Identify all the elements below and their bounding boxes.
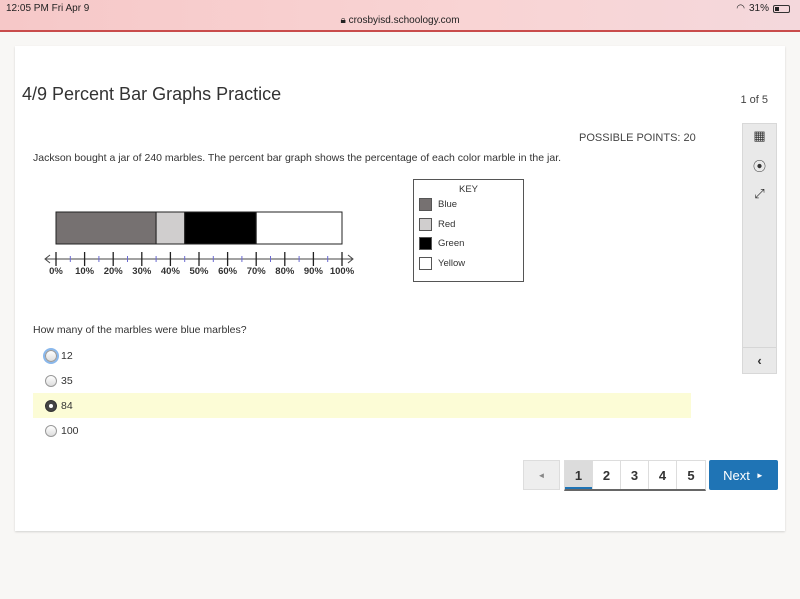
page-button-1[interactable]: 1 <box>565 461 593 489</box>
page-button-5[interactable]: 5 <box>677 461 705 489</box>
radio-button[interactable] <box>45 374 57 387</box>
tick-label: 0% <box>49 266 63 274</box>
expand-icon[interactable]: ⤢ <box>743 186 776 202</box>
option-label: 35 <box>61 374 73 387</box>
calendar-icon[interactable]: ▦ <box>743 128 776 144</box>
answer-option[interactable]: 100 <box>33 418 691 443</box>
tick-label: 60% <box>218 266 238 274</box>
battery-icon <box>773 4 790 13</box>
answer-option[interactable]: 84 <box>33 393 691 418</box>
option-label: 100 <box>61 424 79 437</box>
page-button-3[interactable]: 3 <box>621 461 649 489</box>
legend-item: Red <box>419 215 523 235</box>
question-text: Jackson bought a jar of 240 marbles. The… <box>33 152 562 164</box>
legend-label: Red <box>438 218 456 230</box>
battery-percent: 31% <box>748 3 769 14</box>
tick-label: 100% <box>330 266 355 274</box>
legend-title: KEY <box>458 184 478 195</box>
wifi-icon: ◠ <box>736 3 745 14</box>
answer-option[interactable]: 12 <box>33 343 691 368</box>
tick-label: 50% <box>189 266 209 274</box>
radio-button[interactable] <box>45 424 57 437</box>
tick-label: 30% <box>132 266 152 274</box>
tick-label: 20% <box>104 266 124 274</box>
tick-label: 80% <box>275 266 295 274</box>
chevron-left-icon[interactable]: ‹ <box>743 353 776 368</box>
question-counter: 1 of 5 <box>740 94 768 106</box>
chart-legend: KEY Blue Red Green Yellow <box>413 179 524 282</box>
next-button[interactable]: Next ► <box>709 460 778 490</box>
assessment-card: 4/9 Percent Bar Graphs Practice 1 of 5 P… <box>15 46 785 531</box>
option-label: 84 <box>61 399 73 412</box>
pagination: ◄ 12345 <box>523 460 706 491</box>
url-text: crosbyisd.schoology.com <box>348 15 460 26</box>
tick-label: 90% <box>304 266 324 274</box>
tool-sidebar: ▦ ⦿ ⤢ ‹ <box>742 123 777 374</box>
legend-item: Yellow <box>419 254 523 274</box>
status-indicators: ◠ 31% <box>736 3 790 14</box>
percent-bar-graph: 0% 10% 20% 30% 40% 50% 60% 70% 80% 90% 100% <box>44 211 355 274</box>
legend-swatch <box>419 256 432 270</box>
status-bar: 12:05 PM Fri Apr 9 🔒︎ crosbyisd.schoolog… <box>0 0 800 32</box>
radio-button[interactable] <box>45 349 57 362</box>
lock-icon: 🔒︎ <box>340 15 349 26</box>
bar-segment-green <box>184 211 257 245</box>
possible-points: POSSIBLE POINTS: 20 <box>579 132 696 144</box>
tick-label: 10% <box>75 266 95 274</box>
radio-button[interactable] <box>45 399 57 412</box>
legend-item: Blue <box>419 195 523 215</box>
bar-segment-red <box>155 211 186 245</box>
legend-item: Green <box>419 234 523 254</box>
page-title: 4/9 Percent Bar Graphs Practice <box>22 84 282 104</box>
answer-option[interactable]: 35 <box>33 368 691 393</box>
page-button-2[interactable]: 2 <box>593 461 621 489</box>
legend-label: Yellow <box>438 257 466 269</box>
tick-label: 40% <box>161 266 181 274</box>
status-time: 12:05 PM Fri Apr 9 <box>6 3 90 14</box>
legend-swatch <box>419 217 432 231</box>
prev-button[interactable]: ◄ <box>523 460 560 490</box>
divider <box>743 347 776 348</box>
legend-label: Green <box>438 238 465 250</box>
next-label: Next <box>723 467 750 483</box>
bar-segment-blue <box>55 211 157 245</box>
page-button-4[interactable]: 4 <box>649 461 677 489</box>
question-prompt: How many of the marbles were blue marble… <box>33 324 247 336</box>
accessibility-icon[interactable]: ⦿ <box>743 156 776 175</box>
option-label: 12 <box>61 349 73 362</box>
legend-label: Blue <box>438 199 458 211</box>
legend-swatch <box>419 237 432 251</box>
url-bar[interactable]: 🔒︎ crosbyisd.schoology.com <box>0 15 800 26</box>
tick-label: 70% <box>247 266 267 274</box>
legend-swatch <box>419 198 432 212</box>
bar-segment-yellow <box>255 211 343 245</box>
next-arrow-icon: ► <box>755 470 764 480</box>
